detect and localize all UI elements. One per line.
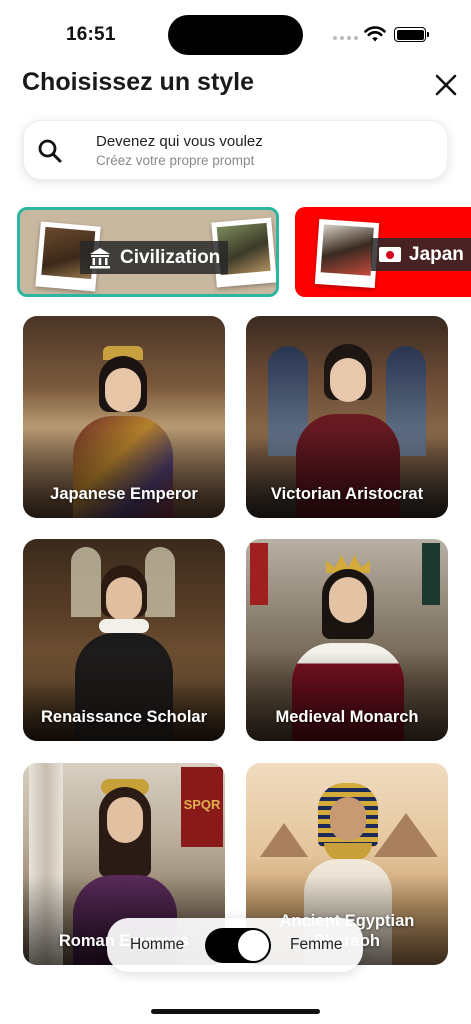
prompt-search-box[interactable]: Devenez qui vous voulez Créez votre prop… bbox=[23, 120, 448, 180]
polaroid-photo bbox=[314, 218, 380, 289]
category-japan[interactable]: Japan bbox=[295, 207, 471, 297]
wifi-icon bbox=[364, 26, 386, 42]
style-card-label: Medieval Monarch bbox=[275, 708, 419, 726]
gender-toggle-bar: Homme Femme bbox=[107, 918, 363, 972]
japan-flag-icon bbox=[379, 247, 401, 262]
search-icon bbox=[38, 139, 62, 163]
category-label: Civilization bbox=[80, 241, 229, 274]
style-card-label: Renaissance Scholar bbox=[41, 708, 207, 726]
signal-icon bbox=[333, 36, 358, 40]
style-card-label: Victorian Aristocrat bbox=[270, 485, 424, 503]
gender-label-homme[interactable]: Homme bbox=[130, 936, 184, 954]
style-card-label: Japanese Emperor bbox=[50, 485, 198, 503]
dynamic-island bbox=[168, 15, 303, 55]
battery-icon bbox=[394, 27, 429, 42]
search-secondary-text: Créez votre propre prompt bbox=[96, 153, 255, 168]
page-title: Choisissez un style bbox=[22, 68, 255, 96]
category-civilization[interactable]: Civilization bbox=[17, 207, 279, 297]
style-card-japanese-emperor[interactable]: Japanese Emperor bbox=[23, 316, 225, 518]
gender-label-femme[interactable]: Femme bbox=[290, 936, 343, 954]
category-japan-label: Japan bbox=[409, 243, 464, 265]
style-card-medieval-monarch[interactable]: Medieval Monarch bbox=[246, 539, 448, 741]
temple-icon bbox=[90, 247, 110, 268]
style-card-renaissance-scholar[interactable]: Renaissance Scholar bbox=[23, 539, 225, 741]
switch-knob bbox=[238, 930, 269, 961]
gender-switch[interactable] bbox=[205, 928, 271, 963]
style-card-victorian-aristocrat[interactable]: Victorian Aristocrat bbox=[246, 316, 448, 518]
status-bar: 16:51 bbox=[0, 0, 471, 70]
search-primary-text: Devenez qui vous voulez bbox=[96, 133, 263, 150]
home-indicator[interactable] bbox=[151, 1009, 320, 1014]
category-civilization-label: Civilization bbox=[120, 246, 221, 268]
status-time: 16:51 bbox=[66, 24, 116, 45]
category-label: Japan bbox=[371, 238, 471, 271]
close-icon[interactable] bbox=[431, 70, 461, 100]
